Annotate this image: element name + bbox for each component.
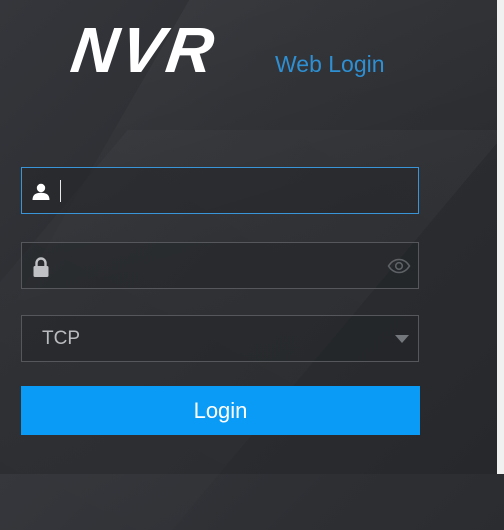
- page-subtitle: Web Login: [275, 51, 385, 77]
- protocol-select[interactable]: TCP: [21, 315, 419, 362]
- eye-icon[interactable]: [387, 258, 411, 274]
- protocol-selected-value: TCP: [42, 328, 80, 349]
- login-button[interactable]: Login: [21, 386, 420, 435]
- page-edge: [497, 0, 504, 474]
- password-input[interactable]: [60, 243, 400, 288]
- brand-header: NVR Web Login: [67, 14, 402, 86]
- lock-icon: [31, 256, 51, 277]
- username-input[interactable]: [60, 168, 400, 213]
- password-field[interactable]: [21, 242, 419, 289]
- user-icon: [31, 182, 51, 202]
- chevron-down-icon[interactable]: [395, 332, 409, 343]
- nvr-logo: NVR: [66, 14, 222, 86]
- username-field[interactable]: [21, 167, 419, 214]
